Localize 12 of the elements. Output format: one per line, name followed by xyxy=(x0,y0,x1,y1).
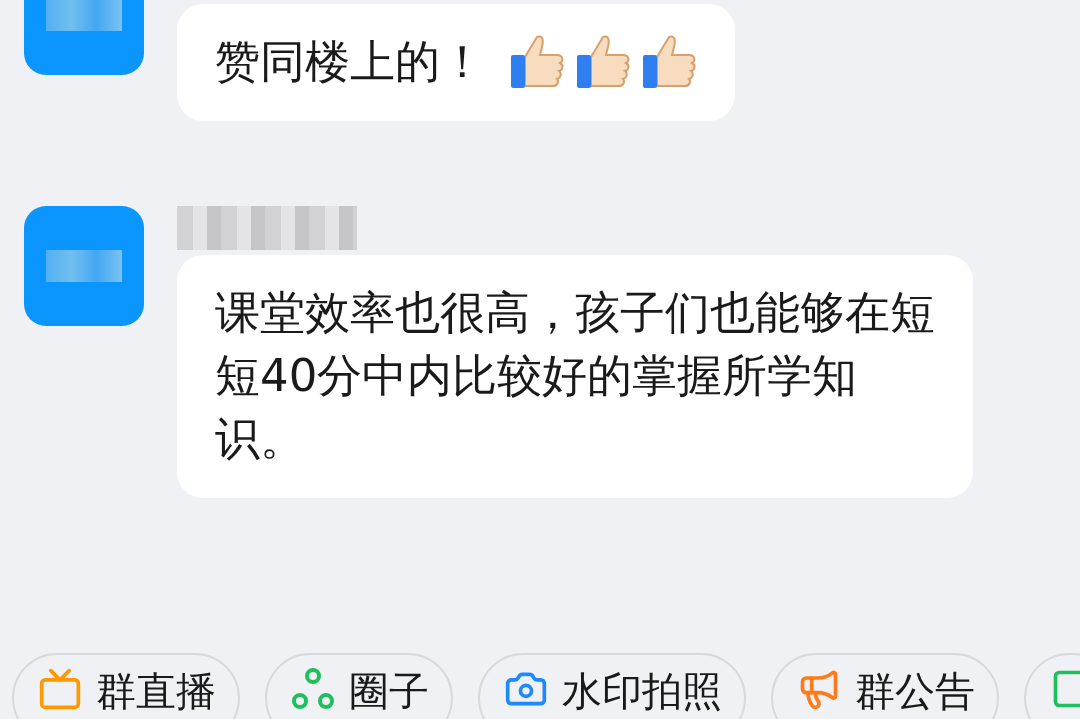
tv-icon xyxy=(38,667,82,711)
people-circle-icon xyxy=(291,667,335,711)
shortcut-button[interactable]: 水印拍照 xyxy=(478,653,746,719)
message-text: 赞同楼上的！ xyxy=(215,34,485,90)
thumbs-up-icon xyxy=(641,32,697,91)
thumbs-up-icon xyxy=(509,32,565,91)
message-text: 课堂效率也很高，孩子们也能够在短短40分中内比较好的掌握所学知识。 xyxy=(215,285,935,467)
shortcut-button[interactable]: 群公告 xyxy=(771,653,999,719)
thumbs-up-icon xyxy=(575,32,631,91)
avatar[interactable] xyxy=(24,206,144,326)
shortcut-button[interactable]: 群直播 xyxy=(12,653,240,719)
shortcut-button[interactable]: 圈子 xyxy=(265,653,453,719)
